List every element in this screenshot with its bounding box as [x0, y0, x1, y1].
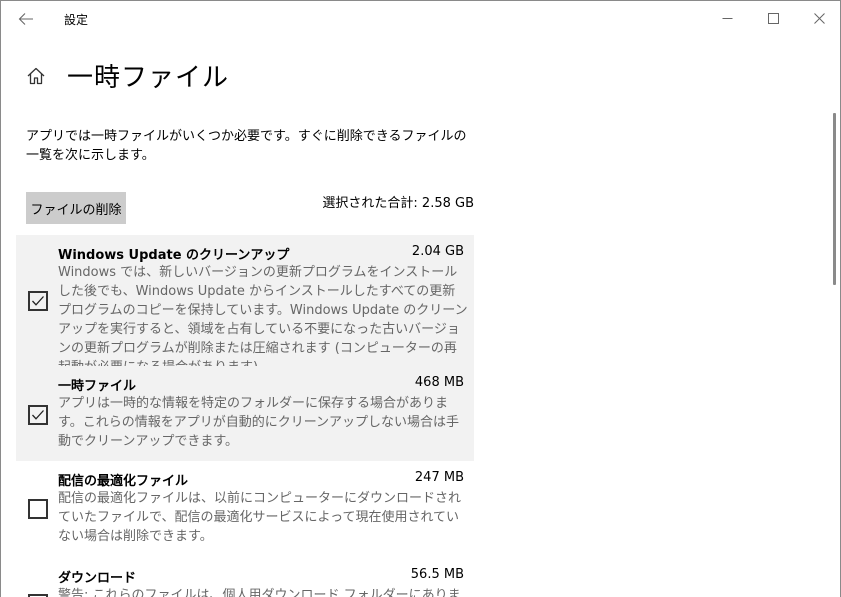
item-description: 警告: これらのファイルは、個人用ダウンロード フォルダーにあります。すべてを [58, 588, 461, 597]
maximize-button[interactable] [750, 1, 796, 35]
list-item-windows-update-cleanup[interactable]: Windows Update のクリーンアップ 2.04 GB Windows … [16, 235, 474, 375]
page-title: 一時ファイル [67, 63, 230, 93]
checkmark-icon [32, 296, 44, 306]
list-item-downloads[interactable]: ダウンロード 56.5 MB 警告: これらのファイルは、個人用ダウンロード フ… [16, 558, 474, 597]
item-name: Windows Update のクリーンアップ [58, 248, 290, 263]
item-description: 配信の最適化ファイルは、以前にコンピューターにダウンロードされていたファイルで、… [58, 491, 462, 544]
back-button[interactable] [9, 5, 43, 33]
minimize-button[interactable] [704, 1, 750, 35]
checkbox-windows-update-cleanup[interactable] [28, 291, 48, 311]
item-name: ダウンロード [58, 571, 137, 586]
item-size: 247 MB [414, 470, 464, 485]
item-size: 2.04 GB [411, 244, 464, 259]
home-icon [27, 67, 45, 85]
app-title: 設定 [64, 13, 89, 27]
scrollbar-thumb[interactable] [833, 113, 836, 285]
item-description: Windows では、新しいバージョンの更新プログラムをインストールした後でも、… [58, 265, 468, 375]
item-name: 配信の最適化ファイル [58, 474, 189, 489]
item-name: 一時ファイル [58, 379, 137, 394]
minimize-icon [722, 17, 732, 19]
item-size: 468 MB [414, 375, 464, 390]
close-icon [813, 12, 825, 24]
maximize-icon [767, 12, 779, 24]
settings-window: 設定 一時ファイル アプリでは一時ファイルがいくつか必要です。すぐに削除できるフ… [0, 0, 841, 597]
checkbox-delivery-optimization[interactable] [28, 499, 48, 519]
item-size: 56.5 MB [410, 567, 464, 582]
delete-files-button[interactable]: ファイルの削除 [26, 192, 126, 224]
arrow-left-icon [18, 13, 33, 25]
selected-total: 選択された合計: 2.58 GB [322, 196, 474, 211]
checkbox-temporary-files[interactable] [28, 405, 48, 425]
close-button[interactable] [796, 1, 840, 35]
title-bar: 設定 [1, 1, 840, 35]
checkmark-icon [32, 410, 44, 420]
list-item-temporary-files[interactable]: 一時ファイル 468 MB アプリは一時的な情報を特定のフォルダーに保存する場合… [16, 366, 474, 461]
item-description: アプリは一時的な情報を特定のフォルダーに保存する場合があります。これらの情報をア… [58, 396, 460, 449]
list-item-delivery-optimization[interactable]: 配信の最適化ファイル 247 MB 配信の最適化ファイルは、以前にコンピューター… [16, 461, 474, 558]
home-button[interactable] [23, 64, 49, 88]
page-description: アプリでは一時ファイルがいくつか必要です。すぐに削除できるファイルの一覧を次に示… [26, 129, 467, 163]
